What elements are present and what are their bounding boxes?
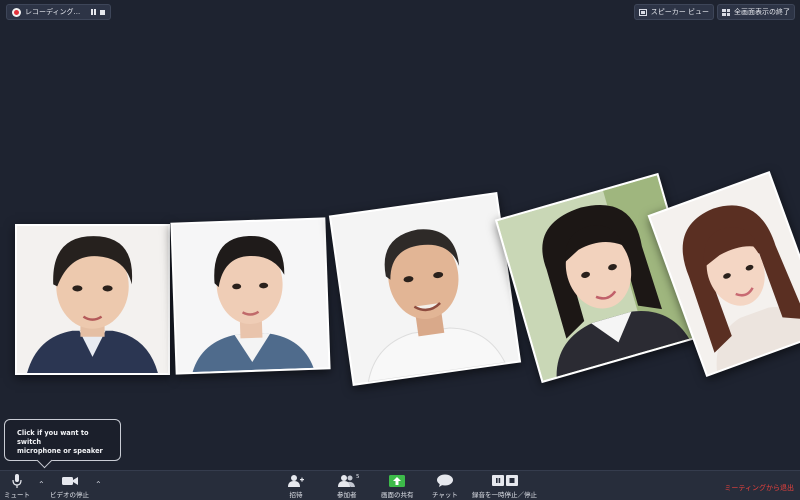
- exit-fullscreen-label: 全画面表示の終了: [734, 8, 790, 16]
- participants-label: 参加者: [337, 491, 357, 499]
- pause-recording-icon[interactable]: [91, 9, 96, 15]
- leave-meeting-button[interactable]: ミーティングから退出: [724, 483, 794, 493]
- microphone-icon: [12, 473, 22, 488]
- share-screen-label: 画面の共有: [381, 491, 414, 499]
- participant-tile-2[interactable]: [170, 217, 331, 375]
- chat-bubble-icon: [436, 473, 453, 488]
- record-control-label: 録音を一時停止／停止: [472, 491, 537, 499]
- share-screen-button[interactable]: 画面の共有: [381, 473, 414, 499]
- mute-label: ミュート: [4, 491, 30, 499]
- share-screen-icon: [389, 473, 406, 488]
- audio-options-chevron-up-icon[interactable]: ⌃: [38, 480, 45, 489]
- participants-button[interactable]: 参加者: [337, 473, 357, 499]
- pause-stop-recording-button[interactable]: 録音を一時停止／停止: [472, 473, 537, 499]
- recording-label: レコーディング...: [25, 8, 81, 16]
- chat-label: チャット: [432, 491, 458, 499]
- video-camera-icon: [61, 473, 78, 488]
- stop-video-button[interactable]: ビデオの停止: [50, 473, 89, 499]
- participants-count-badge: 5: [356, 474, 360, 480]
- speaker-view-label: スピーカー ビュー: [650, 8, 709, 16]
- audio-switch-tooltip: Click if you want to switch microphone o…: [4, 419, 121, 461]
- recording-indicator[interactable]: レコーディング...: [6, 4, 111, 20]
- participant-photo: [172, 219, 329, 373]
- speaker-view-icon: [638, 8, 647, 16]
- speaker-view-button[interactable]: スピーカー ビュー: [633, 4, 714, 20]
- participants-icon: [337, 473, 356, 488]
- invite-label: 招待: [289, 491, 303, 499]
- view-controls: スピーカー ビュー 全画面表示の終了: [633, 4, 795, 20]
- participant-tile-1[interactable]: [15, 224, 170, 375]
- invite-person-icon: [288, 473, 304, 488]
- tooltip-line-2: microphone or speaker: [17, 447, 103, 455]
- participant-photo: [17, 226, 168, 373]
- stop-video-label: ビデオの停止: [50, 491, 89, 499]
- exit-fullscreen-button[interactable]: 全画面表示の終了: [717, 4, 795, 20]
- tooltip-line-1: Click if you want to switch: [17, 429, 89, 446]
- stop-recording-icon[interactable]: [100, 9, 105, 15]
- fullscreen-exit-icon: [722, 8, 730, 16]
- record-pause-stop-icon: [491, 473, 518, 488]
- record-dot-icon: [12, 7, 21, 17]
- participant-photo: [331, 194, 519, 384]
- mute-button[interactable]: ミュート: [4, 473, 30, 499]
- meeting-toolbar: ミュート ⌃ ビデオの停止 ⌃ 招待 参加者 5 画面の共有 チャット 録音を一…: [0, 470, 800, 500]
- video-options-chevron-up-icon[interactable]: ⌃: [95, 480, 102, 489]
- participant-tile-3[interactable]: [328, 192, 522, 386]
- chat-button[interactable]: チャット: [432, 473, 458, 499]
- invite-button[interactable]: 招待: [288, 473, 304, 499]
